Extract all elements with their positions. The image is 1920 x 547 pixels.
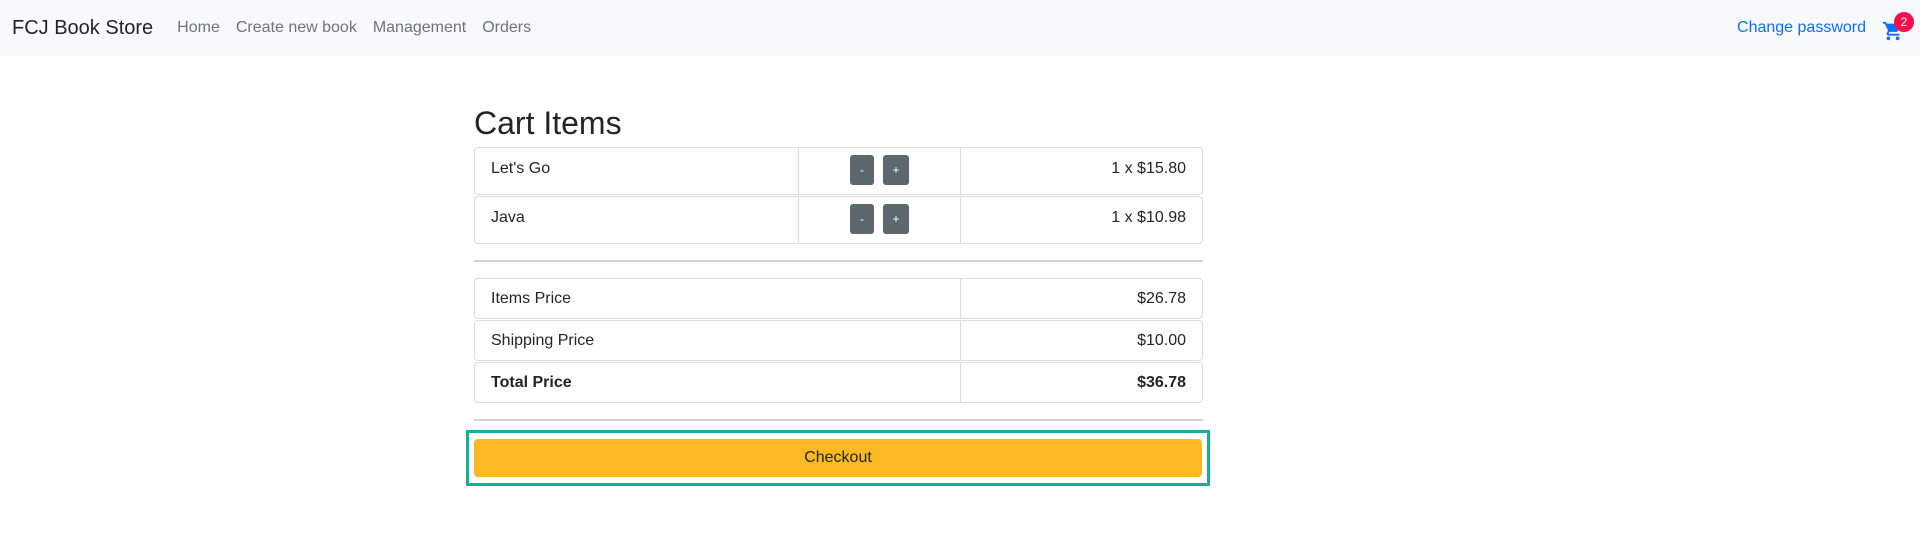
cart-button[interactable]: 2 [1882, 12, 1914, 42]
checkout-button[interactable]: Checkout [474, 439, 1202, 477]
divider [474, 419, 1203, 421]
cart-container: Cart Items Let's Go - + 1 x $15.80 Java … [474, 104, 1203, 421]
cart-item-actions: - + [798, 148, 960, 194]
increase-quantity-button[interactable]: + [883, 155, 909, 185]
decrease-quantity-button[interactable]: - [850, 204, 874, 234]
nav-links: Home Create new book Management Orders [177, 19, 539, 37]
change-password-link[interactable]: Change password [1737, 19, 1866, 37]
total-price-value: $36.78 [960, 363, 1202, 402]
cart-item-actions: - + [798, 197, 960, 243]
brand-link[interactable]: FCJ Book Store [12, 17, 153, 40]
shipping-price-row: Shipping Price $10.00 [474, 320, 1203, 361]
cart-item-name: Let's Go [491, 160, 551, 177]
cart-item-row: Let's Go - + 1 x $15.80 [474, 147, 1203, 195]
nav-link-management[interactable]: Management [365, 19, 474, 37]
total-price-row: Total Price $36.78 [474, 362, 1203, 403]
nav-link-create-new-book[interactable]: Create new book [228, 19, 365, 37]
items-price-label: Items Price [491, 290, 572, 307]
items-price-row: Items Price $26.78 [474, 278, 1203, 319]
nav-link-home[interactable]: Home [177, 19, 228, 37]
shipping-price-label: Shipping Price [491, 332, 595, 349]
cart-item-quantity-price: 1 x $15.80 [960, 148, 1202, 194]
cart-count-badge: 2 [1894, 12, 1914, 32]
decrease-quantity-button[interactable]: - [850, 155, 874, 185]
checkout-highlight: Checkout [466, 430, 1210, 486]
cart-item-name: Java [491, 209, 525, 226]
page-title: Cart Items [474, 105, 622, 141]
items-price-value: $26.78 [960, 279, 1202, 318]
nav-right: Change password 2 [1737, 12, 1914, 42]
divider [474, 260, 1203, 262]
navbar: FCJ Book Store Home Create new book Mana… [0, 0, 1920, 56]
nav-link-orders[interactable]: Orders [474, 19, 539, 37]
total-price-label: Total Price [491, 374, 572, 391]
cart-item-row: Java - + 1 x $10.98 [474, 196, 1203, 244]
cart-item-quantity-price: 1 x $10.98 [960, 197, 1202, 243]
increase-quantity-button[interactable]: + [883, 204, 909, 234]
shipping-price-value: $10.00 [960, 321, 1202, 360]
